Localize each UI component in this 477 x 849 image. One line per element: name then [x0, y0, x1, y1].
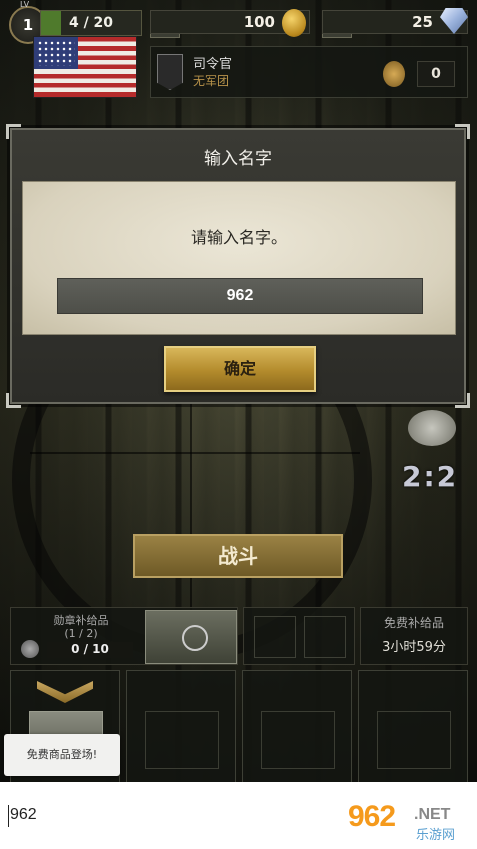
- watermark-sub: 乐游网: [416, 828, 456, 843]
- free-supply-timer: 3小时59分: [382, 640, 446, 655]
- medal-supply-title: 勋章补给品: [53, 614, 109, 627]
- toast-text: 免费商品登场!: [26, 748, 98, 761]
- name-input-dialog: 输入名字 请输入名字。 962 确定: [6, 124, 470, 408]
- xp-fill: [41, 11, 61, 35]
- confirm-button[interactable]: 确定: [164, 346, 316, 392]
- keyboard-input-text[interactable]: 962: [10, 806, 37, 824]
- free-supply-title: 免费补给品: [383, 616, 444, 630]
- dialog-corner: [6, 124, 21, 139]
- dialog-title: 输入名字: [204, 149, 272, 169]
- supply-crate-icon: [145, 610, 237, 664]
- crate-slot[interactable]: [242, 670, 352, 784]
- chevron-down-icon: [37, 681, 93, 703]
- corps-name: 无军团: [193, 74, 230, 88]
- empty-crate-icon: [304, 616, 346, 658]
- crate-slot[interactable]: [358, 670, 468, 784]
- flag-canton: [34, 37, 78, 69]
- dialog-prompt: 请输入名字。: [190, 228, 287, 247]
- level-label: LV: [20, 0, 30, 9]
- empty-supply-panel: [243, 607, 355, 665]
- xp-bar: 4 / 20: [40, 10, 142, 36]
- medal-count: 0: [417, 61, 455, 87]
- name-input-field[interactable]: 962: [57, 278, 423, 314]
- crosshair-horizontal: [30, 452, 360, 454]
- battle-button[interactable]: 战斗: [133, 534, 343, 578]
- medal-supply-progress: (1 / 2): [64, 627, 98, 640]
- commander-title: 司令官: [193, 57, 233, 72]
- watermark-net: .NET: [414, 806, 451, 823]
- empty-crate-icon: [261, 711, 335, 769]
- score-display: 2:2: [402, 460, 459, 493]
- medal-icon: [383, 61, 405, 87]
- text-cursor: [8, 805, 9, 827]
- empty-crate-icon: [254, 616, 296, 658]
- rank-icon: [157, 54, 183, 90]
- level-value: 1: [22, 16, 34, 34]
- dialog-corner: [6, 393, 21, 408]
- coin-value: 100: [243, 13, 275, 31]
- coin-icon: [282, 9, 306, 37]
- toast-notification: 免费商品登场!: [4, 734, 120, 776]
- dialog-corner: [455, 124, 470, 139]
- free-supply-panel[interactable]: 免费补给品 3小时59分: [360, 607, 468, 665]
- usa-flag-icon[interactable]: [33, 36, 137, 98]
- dialog-corner: [455, 393, 470, 408]
- crate-emblem-icon: [182, 625, 208, 651]
- crate-slot[interactable]: [126, 670, 236, 784]
- gear-icon: [21, 640, 39, 658]
- dialog-paper: 请输入名字。 962: [22, 181, 456, 335]
- empty-crate-icon: [377, 711, 451, 769]
- watermark-number: 962: [348, 800, 396, 833]
- medal-count-value: 0: [431, 66, 441, 82]
- tank-emblem-icon[interactable]: [408, 410, 456, 446]
- keyboard-input-bar[interactable]: [0, 782, 477, 849]
- xp-text: 4 / 20: [68, 15, 114, 31]
- empty-crate-icon: [145, 711, 219, 769]
- medal-supply-panel[interactable]: 勋章补给品 (1 / 2) 0 / 10: [10, 607, 238, 665]
- medal-supply-count: 0 / 10: [47, 642, 133, 658]
- gem-value: 25: [412, 13, 433, 31]
- commander-panel[interactable]: 司令官 无军团 0: [150, 46, 468, 98]
